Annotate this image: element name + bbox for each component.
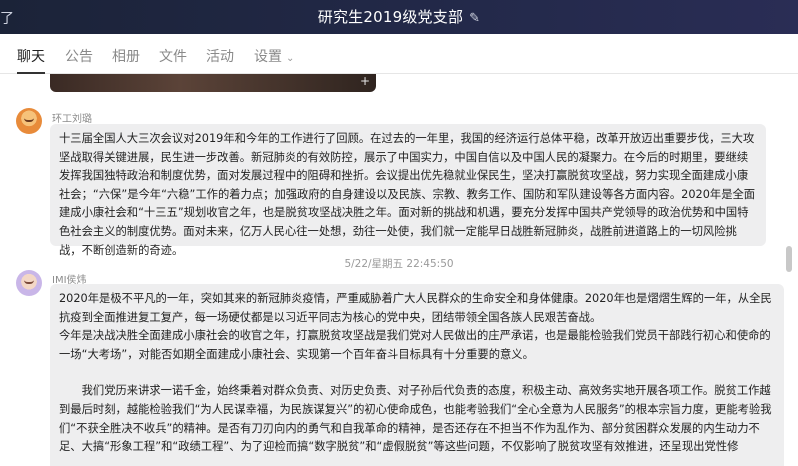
message-bubble: 十三届全国人大三次会议对2019年和今年的工作进行了回顾。在过去的一年里，我国的… — [50, 124, 766, 257]
tab-announcements[interactable]: 公告 — [65, 46, 93, 66]
avatar[interactable] — [16, 108, 42, 134]
sender-name: 环工刘璐 — [52, 114, 92, 125]
message-text: 2020年是极不平凡的一年，突如其来的新冠肺炎疫情，严重威胁着广大人民群众的生命… — [59, 292, 772, 324]
tab-files[interactable]: 文件 — [159, 46, 187, 66]
window-titlebar: 了 研究生2019级党支部 ✎ — [0, 0, 798, 34]
message-timestamp: 5/22/星期五 22:45:50 — [344, 258, 454, 270]
message-text: 我们党历来讲求一诺千金，始终秉着对群众负责、对历史负责、对子孙后代负责的态度，积… — [59, 384, 772, 454]
message-bubble: 2020年是极不平凡的一年，突如其来的新冠肺炎疫情，严重威胁着广大人民群众的生命… — [50, 284, 784, 466]
group-tabs: 聊天 公告 相册 文件 活动 设置 ⌄ — [0, 34, 798, 74]
tab-album[interactable]: 相册 — [112, 46, 140, 66]
tab-settings[interactable]: 设置 ⌄ — [254, 46, 294, 66]
message-text: 今年是决战决胜全面建成小康社会的收官之年，打赢脱贫攻坚战是我们党对人民做出的庄严… — [59, 329, 771, 361]
group-title-text: 研究生2019级党支部 — [317, 8, 464, 26]
video-thumbnail[interactable]: + — [50, 74, 376, 92]
chevron-down-icon: ⌄ — [286, 53, 295, 64]
group-title: 研究生2019级党支部 ✎ — [0, 6, 798, 27]
pencil-edit-icon[interactable]: ✎ — [469, 11, 480, 26]
tab-chat[interactable]: 聊天 — [17, 46, 45, 66]
avatar[interactable] — [16, 270, 42, 296]
plus-icon[interactable]: + — [360, 74, 370, 88]
tab-activities[interactable]: 活动 — [206, 46, 234, 66]
message-text: 十三届全国人大三次会议对2019年和今年的工作进行了回顾。在过去的一年里，我国的… — [59, 132, 756, 257]
tab-settings-label: 设置 — [254, 49, 282, 65]
chat-area: + 环工刘璐 十三届全国人大三次会议对2019年和今年的工作进行了回顾。在过去的… — [0, 74, 798, 466]
chat-scrollbar-thumb[interactable] — [786, 246, 792, 272]
